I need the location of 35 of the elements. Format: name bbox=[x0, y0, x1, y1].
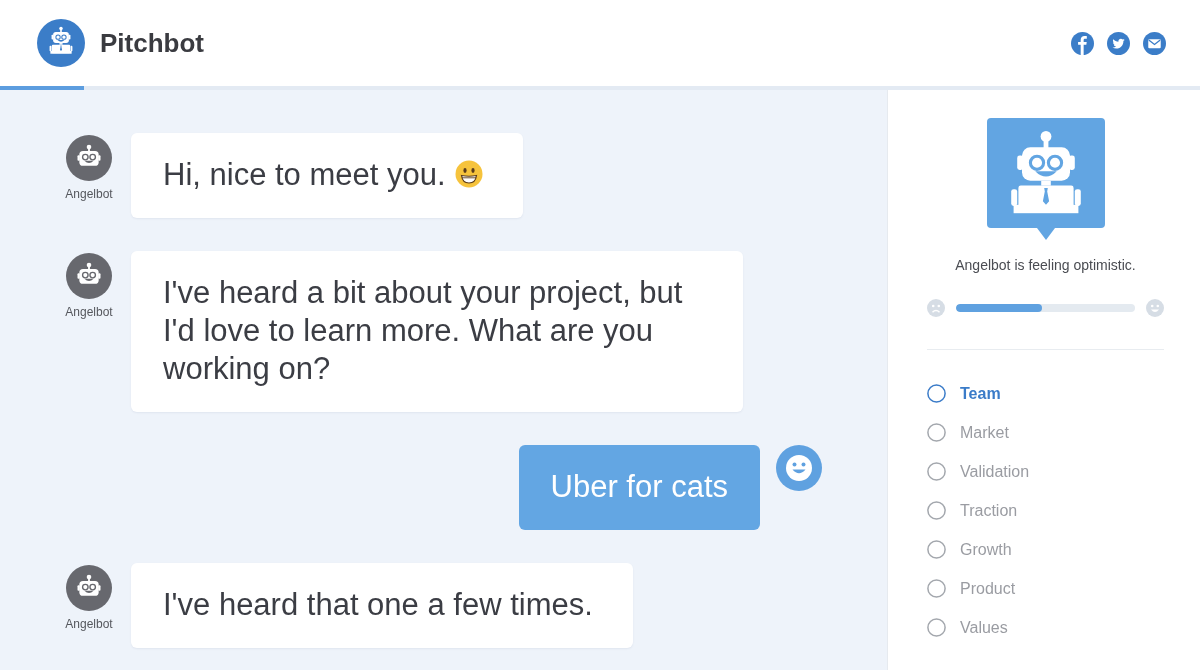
topic-item[interactable]: Team bbox=[927, 374, 1001, 413]
topic-item[interactable]: Growth bbox=[927, 530, 1012, 569]
robot-logo-icon[interactable] bbox=[37, 19, 85, 67]
circle-icon bbox=[927, 462, 946, 481]
smiley-avatar-icon bbox=[776, 445, 822, 491]
robot-avatar-icon bbox=[66, 253, 112, 299]
topic-item[interactable]: Product bbox=[927, 569, 1016, 608]
robot-icon bbox=[986, 118, 1105, 242]
circle-icon bbox=[927, 423, 946, 442]
sender-name: Angelbot bbox=[65, 305, 113, 319]
sender-name: Angelbot bbox=[65, 187, 113, 201]
message-text: I've heard that one a few times. bbox=[163, 587, 593, 622]
circle-icon bbox=[927, 579, 946, 598]
topic-item[interactable]: Traction bbox=[927, 491, 1018, 530]
facebook-icon[interactable] bbox=[1071, 31, 1094, 55]
mood-caption: Angelbot is feeling optimistic. bbox=[954, 257, 1137, 273]
circle-icon bbox=[927, 501, 946, 520]
smiley-face-icon bbox=[1146, 299, 1164, 317]
twitter-icon[interactable] bbox=[1107, 31, 1130, 55]
topic-item[interactable]: Validation bbox=[927, 452, 1030, 491]
circle-icon bbox=[927, 618, 946, 637]
envelope-icon[interactable] bbox=[1143, 31, 1166, 55]
topic-item[interactable]: Values bbox=[927, 608, 1008, 647]
message-text: Hi, nice to meet you. bbox=[163, 157, 446, 192]
robot-avatar-icon bbox=[66, 135, 112, 181]
topic-item[interactable]: Market bbox=[927, 413, 1009, 452]
sad-face-icon bbox=[927, 299, 945, 317]
sender-name: Angelbot bbox=[65, 617, 113, 631]
app-title: Pitchbot bbox=[100, 27, 204, 59]
message-text: I've heard a bit about your project, but I'd love to learn more. What are you working on? bbox=[163, 275, 683, 386]
robot-avatar-icon bbox=[66, 565, 112, 611]
circle-icon bbox=[927, 384, 946, 403]
grinning-face-icon bbox=[454, 160, 483, 188]
circle-icon bbox=[927, 540, 946, 559]
message-text: Uber for cats bbox=[550, 469, 728, 504]
